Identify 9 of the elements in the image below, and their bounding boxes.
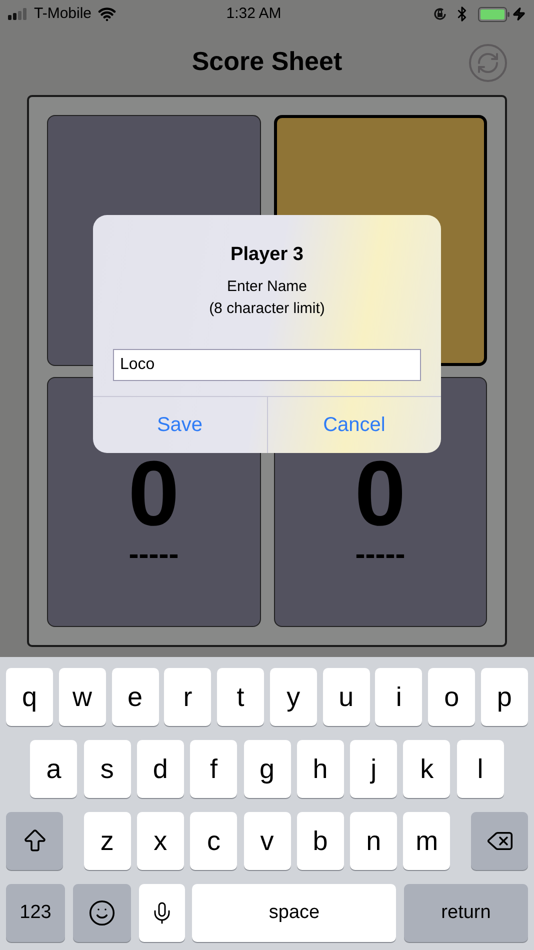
dialog-title: Player 3: [230, 243, 304, 267]
dialog-note: (8 character limit): [209, 299, 325, 319]
score-value: 0: [128, 448, 180, 540]
dialog-message: Enter Name: [226, 276, 308, 296]
carrier-name: T-Mobile: [34, 4, 92, 24]
page-title: Score Sheet: [192, 45, 342, 78]
clock-time: 1:32 AM: [226, 4, 282, 24]
player-name: -----: [128, 540, 179, 570]
player-name: -----: [355, 540, 406, 570]
